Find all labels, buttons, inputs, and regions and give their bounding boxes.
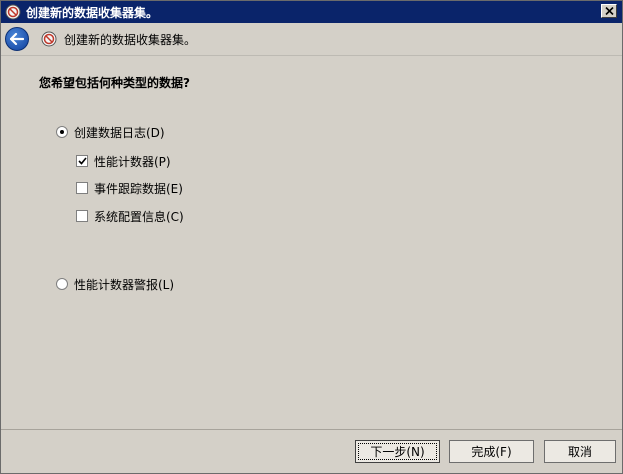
- create-logs-label: 创建数据日志(D): [74, 125, 165, 140]
- close-button[interactable]: [601, 4, 617, 18]
- checkmark-icon: [77, 157, 87, 165]
- event-trace-label: 事件跟踪数据(E): [94, 181, 183, 196]
- finish-button[interactable]: 完成(F): [449, 440, 534, 463]
- perf-counter-label: 性能计数器(P): [94, 154, 171, 169]
- option-perf-alert[interactable]: 性能计数器警报(L): [56, 276, 174, 292]
- back-arrow-icon: [10, 33, 24, 45]
- wizard-window: 创建新的数据收集器集。 创建新的数据收集器集。 您希望包括何种类型的数据? 创建…: [0, 0, 623, 474]
- create-logs-radio[interactable]: [56, 126, 68, 138]
- wizard-nav-bar: 创建新的数据收集器集。: [1, 23, 622, 56]
- system-config-label: 系统配置信息(C): [94, 209, 184, 224]
- cancel-button[interactable]: 取消: [544, 440, 616, 463]
- option-event-trace[interactable]: 事件跟踪数据(E): [76, 180, 183, 196]
- title-bar: 创建新的数据收集器集。: [1, 1, 622, 23]
- perf-alert-label: 性能计数器警报(L): [74, 277, 175, 292]
- perf-alert-radio[interactable]: [56, 278, 68, 290]
- question-heading: 您希望包括何种类型的数据?: [39, 76, 190, 90]
- option-perf-counter[interactable]: 性能计数器(P): [76, 153, 171, 169]
- close-icon: [604, 7, 614, 15]
- option-system-config[interactable]: 系统配置信息(C): [76, 208, 184, 224]
- back-button[interactable]: [5, 27, 29, 51]
- wizard-page-title: 创建新的数据收集器集。: [64, 32, 197, 47]
- event-trace-checkbox[interactable]: [76, 182, 88, 194]
- next-button[interactable]: 下一步(N): [355, 440, 440, 463]
- wizard-content: 您希望包括何种类型的数据? 创建数据日志(D) 性能计数器(P) 事件跟踪数据(…: [1, 57, 622, 430]
- window-title: 创建新的数据收集器集。: [26, 5, 159, 20]
- option-create-logs[interactable]: 创建数据日志(D): [56, 124, 165, 140]
- perf-counter-checkbox[interactable]: [76, 155, 88, 167]
- data-collector-icon: [41, 31, 57, 47]
- wizard-footer: 下一步(N) 完成(F) 取消: [1, 431, 622, 473]
- data-collector-icon: [5, 4, 21, 20]
- system-config-checkbox[interactable]: [76, 210, 88, 222]
